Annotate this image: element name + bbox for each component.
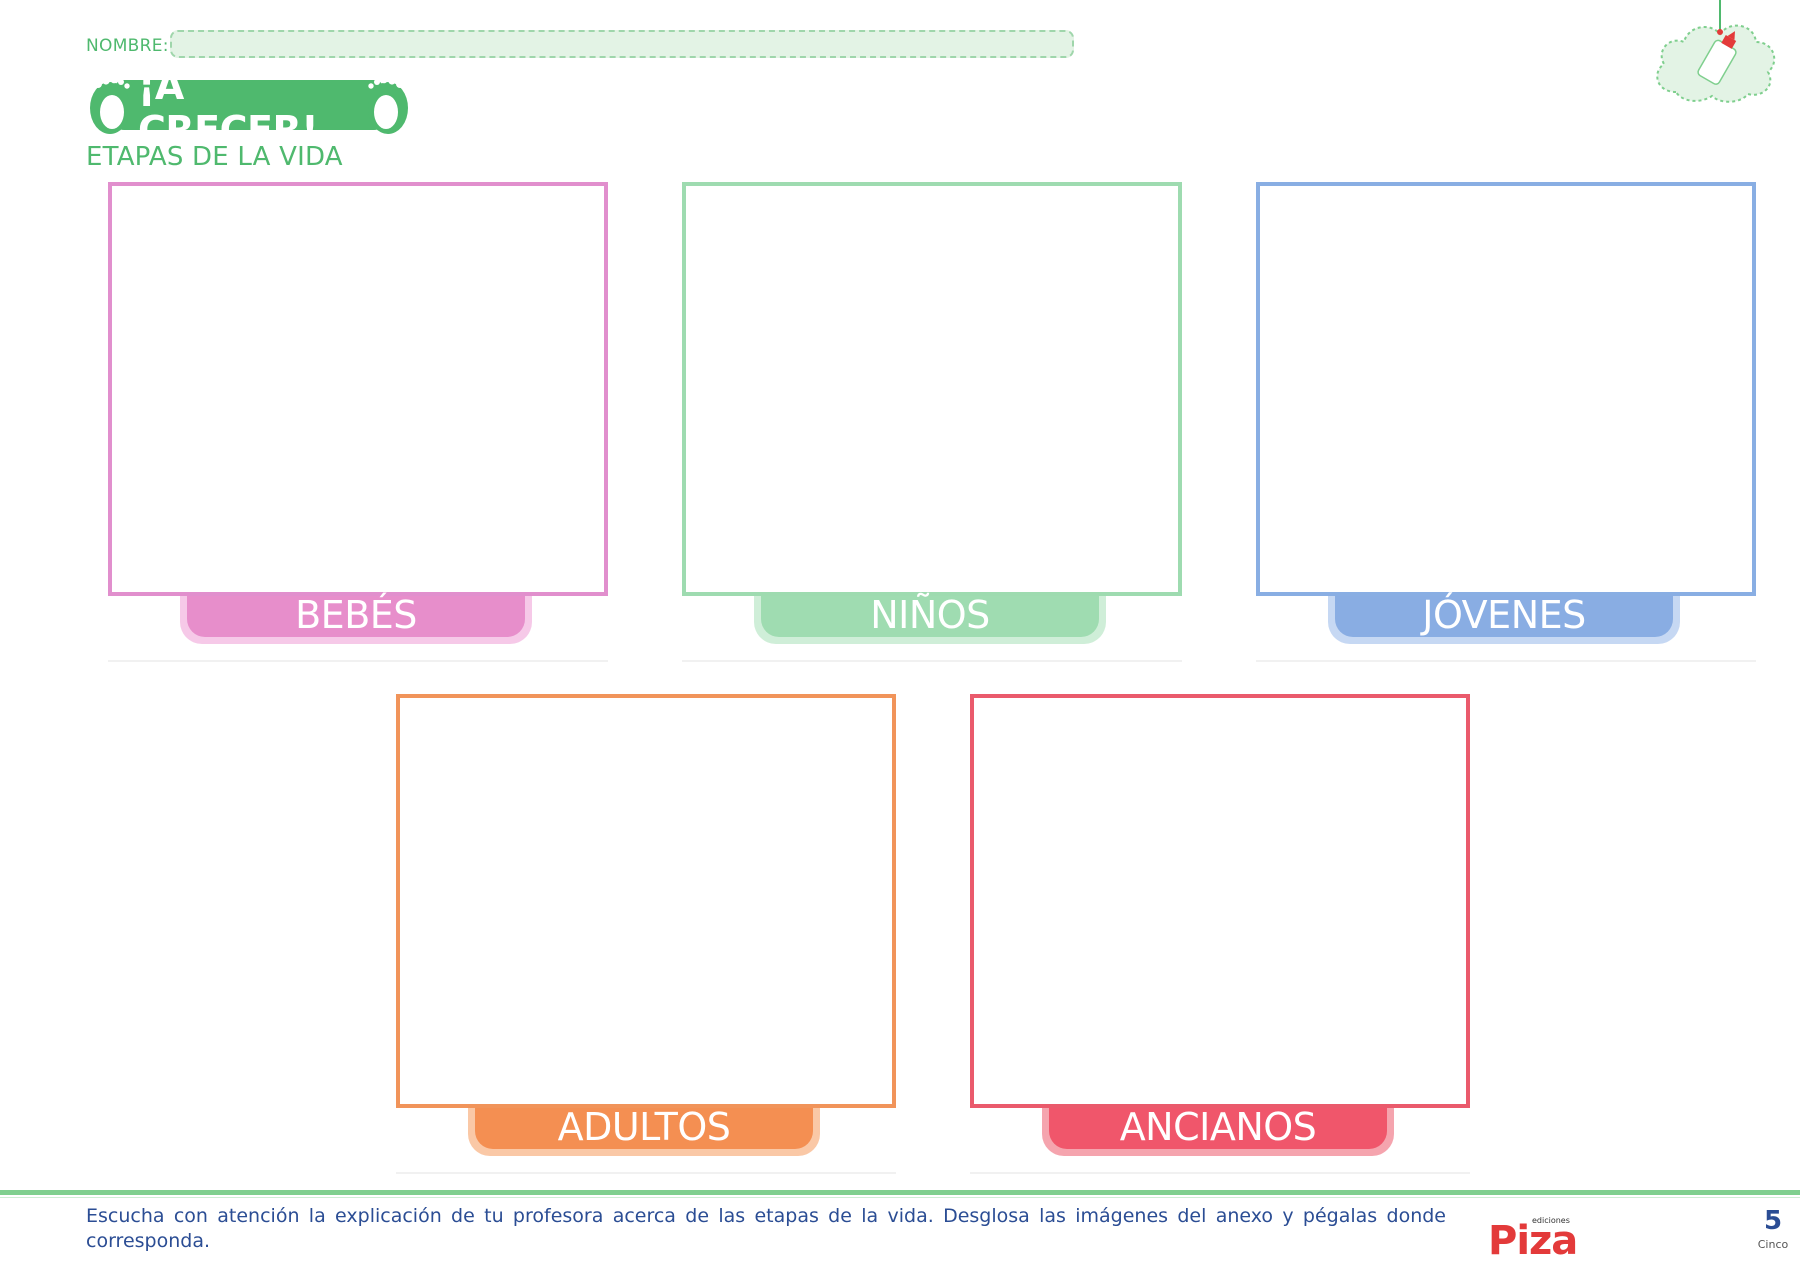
image-drop-area[interactable] [682, 182, 1182, 596]
image-drop-area[interactable] [1256, 182, 1756, 596]
page-title: ¡A CRECER! [138, 64, 319, 152]
page-number: 5 [1763, 1206, 1783, 1236]
stage-card-ninos: NIÑOS [682, 182, 1182, 662]
stage-label: ADULTOS [557, 1105, 731, 1149]
stage-card-adultos: ADULTOS [396, 694, 896, 1174]
page-subtitle: ETAPAS DE LA VIDA [86, 142, 343, 172]
stage-label: BEBÉS [295, 593, 417, 637]
stage-label: JÓVENES [1422, 593, 1586, 637]
stage-card-ancianos: ANCIANOS [970, 694, 1470, 1174]
image-drop-area[interactable] [396, 694, 896, 1108]
stage-label: ANCIANOS [1119, 1105, 1317, 1149]
publisher-logo-subtitle: ediciones [1532, 1216, 1570, 1225]
page-number-word: Cinco [1757, 1238, 1789, 1251]
stage-label: NIÑOS [870, 593, 990, 637]
stage-card-bebes: BEBÉS [108, 182, 608, 662]
cloud-glue-icon [1656, 0, 1776, 103]
name-field[interactable] [170, 30, 1074, 58]
footer-divider [0, 1190, 1800, 1195]
image-drop-area[interactable] [108, 182, 608, 596]
footer-divider-thin [0, 1197, 1800, 1198]
name-label: NOMBRE: [86, 36, 169, 56]
image-drop-area[interactable] [970, 694, 1470, 1108]
instructions-text: Escucha con atención la explicación de t… [86, 1205, 1446, 1252]
stage-card-jovenes: JÓVENES [1256, 182, 1756, 662]
